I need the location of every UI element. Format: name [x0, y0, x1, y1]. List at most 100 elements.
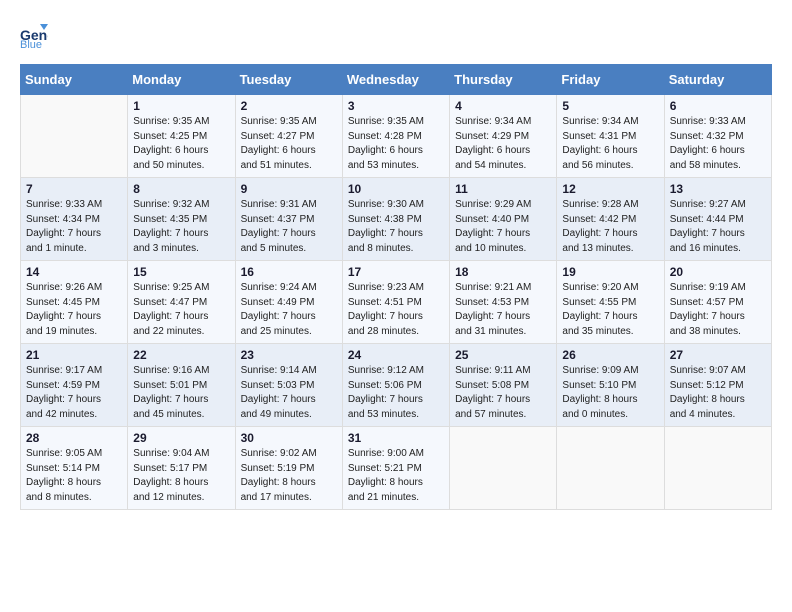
day-number: 25	[455, 348, 551, 362]
calendar-cell: 1Sunrise: 9:35 AMSunset: 4:25 PMDaylight…	[128, 95, 235, 178]
day-info: Sunrise: 9:33 AMSunset: 4:34 PMDaylight:…	[26, 198, 122, 256]
day-info: Sunrise: 9:19 AMSunset: 4:57 PMDaylight:…	[670, 281, 766, 339]
calendar-week-5: 28 Sunrise: 9:05 AMSunset: 5:14 PMDayligh…	[21, 427, 772, 510]
day-info: Sunrise: 9:20 AMSunset: 4:55 PMDaylight:…	[562, 281, 658, 339]
calendar-cell: 16 Sunrise: 9:24 AMSunset: 4:49 PMDayligh…	[235, 261, 342, 344]
day-info: Sunrise: 9:14 AMSunset: 5:03 PMDaylight:…	[241, 364, 337, 422]
calendar-cell: 20 Sunrise: 9:19 AMSunset: 4:57 PMDayligh…	[664, 261, 771, 344]
day-info: Sunrise: 9:26 AMSunset: 4:45 PMDaylight:…	[26, 281, 122, 339]
day-number: 7	[26, 182, 122, 196]
calendar-cell: 31 Sunrise: 9:00 AMSunset: 5:21 PMDayligh…	[342, 427, 449, 510]
header-day-thursday: Thursday	[450, 65, 557, 95]
day-info: Sunrise: 9:04 AMSunset: 5:17 PMDaylight:…	[133, 447, 229, 505]
calendar-cell: 10Sunrise: 9:30 AMSunset: 4:38 PMDayligh…	[342, 178, 449, 261]
day-number: 26	[562, 348, 658, 362]
calendar-cell: 28 Sunrise: 9:05 AMSunset: 5:14 PMDayligh…	[21, 427, 128, 510]
day-number: 18	[455, 265, 551, 279]
calendar-header: SundayMondayTuesdayWednesdayThursdayFrid…	[21, 65, 772, 95]
calendar-cell: 23 Sunrise: 9:14 AMSunset: 5:03 PMDayligh…	[235, 344, 342, 427]
day-info: Sunrise: 9:28 AMSunset: 4:42 PMDaylight:…	[562, 198, 658, 256]
day-number: 2	[241, 99, 337, 113]
day-number: 14	[26, 265, 122, 279]
calendar-cell: 26 Sunrise: 9:09 AMSunset: 5:10 PMDayligh…	[557, 344, 664, 427]
day-info: Sunrise: 9:34 AMSunset: 4:29 PMDaylight:…	[455, 115, 551, 173]
calendar-table: SundayMondayTuesdayWednesdayThursdayFrid…	[20, 64, 772, 510]
day-number: 1	[133, 99, 229, 113]
calendar-week-1: 1Sunrise: 9:35 AMSunset: 4:25 PMDaylight…	[21, 95, 772, 178]
day-number: 17	[348, 265, 444, 279]
day-info: Sunrise: 9:29 AMSunset: 4:40 PMDaylight:…	[455, 198, 551, 256]
day-number: 20	[670, 265, 766, 279]
day-info: Sunrise: 9:35 AMSunset: 4:27 PMDaylight:…	[241, 115, 337, 173]
day-number: 6	[670, 99, 766, 113]
calendar-cell: 22 Sunrise: 9:16 AMSunset: 5:01 PMDayligh…	[128, 344, 235, 427]
calendar-cell: 21Sunrise: 9:17 AMSunset: 4:59 PMDayligh…	[21, 344, 128, 427]
day-info: Sunrise: 9:09 AMSunset: 5:10 PMDaylight:…	[562, 364, 658, 422]
calendar-cell: 3Sunrise: 9:35 AMSunset: 4:28 PMDaylight…	[342, 95, 449, 178]
logo-icon: General Blue	[20, 20, 48, 48]
day-number: 23	[241, 348, 337, 362]
day-info: Sunrise: 9:02 AMSunset: 5:19 PMDaylight:…	[241, 447, 337, 505]
calendar-cell	[664, 427, 771, 510]
day-number: 31	[348, 431, 444, 445]
day-number: 12	[562, 182, 658, 196]
calendar-cell: 12 Sunrise: 9:28 AMSunset: 4:42 PMDayligh…	[557, 178, 664, 261]
calendar-cell: 14 Sunrise: 9:26 AMSunset: 4:45 PMDayligh…	[21, 261, 128, 344]
calendar-cell: 27Sunrise: 9:07 AMSunset: 5:12 PMDayligh…	[664, 344, 771, 427]
calendar-cell: 17 Sunrise: 9:23 AMSunset: 4:51 PMDayligh…	[342, 261, 449, 344]
day-number: 10	[348, 182, 444, 196]
day-number: 5	[562, 99, 658, 113]
day-info: Sunrise: 9:12 AMSunset: 5:06 PMDaylight:…	[348, 364, 444, 422]
header-day-tuesday: Tuesday	[235, 65, 342, 95]
day-info: Sunrise: 9:24 AMSunset: 4:49 PMDaylight:…	[241, 281, 337, 339]
day-info: Sunrise: 9:23 AMSunset: 4:51 PMDaylight:…	[348, 281, 444, 339]
header-day-sunday: Sunday	[21, 65, 128, 95]
svg-text:Blue: Blue	[20, 39, 42, 48]
calendar-cell: 8Sunrise: 9:32 AMSunset: 4:35 PMDaylight…	[128, 178, 235, 261]
day-info: Sunrise: 9:16 AMSunset: 5:01 PMDaylight:…	[133, 364, 229, 422]
calendar-week-2: 7 Sunrise: 9:33 AMSunset: 4:34 PMDaylight…	[21, 178, 772, 261]
day-info: Sunrise: 9:05 AMSunset: 5:14 PMDaylight:…	[26, 447, 122, 505]
calendar-cell: 9 Sunrise: 9:31 AMSunset: 4:37 PMDaylight…	[235, 178, 342, 261]
calendar-cell: 6 Sunrise: 9:33 AMSunset: 4:32 PMDaylight…	[664, 95, 771, 178]
day-number: 27	[670, 348, 766, 362]
calendar-cell: 18 Sunrise: 9:21 AMSunset: 4:53 PMDayligh…	[450, 261, 557, 344]
day-number: 16	[241, 265, 337, 279]
day-info: Sunrise: 9:32 AMSunset: 4:35 PMDaylight:…	[133, 198, 229, 256]
calendar-cell	[557, 427, 664, 510]
day-number: 28	[26, 431, 122, 445]
day-number: 3	[348, 99, 444, 113]
day-number: 30	[241, 431, 337, 445]
calendar-header-row: SundayMondayTuesdayWednesdayThursdayFrid…	[21, 65, 772, 95]
calendar-cell	[450, 427, 557, 510]
calendar-cell: 11 Sunrise: 9:29 AMSunset: 4:40 PMDayligh…	[450, 178, 557, 261]
calendar-body: 1Sunrise: 9:35 AMSunset: 4:25 PMDaylight…	[21, 95, 772, 510]
day-info: Sunrise: 9:31 AMSunset: 4:37 PMDaylight:…	[241, 198, 337, 256]
page-header: General Blue	[20, 20, 772, 48]
day-info: Sunrise: 9:21 AMSunset: 4:53 PMDaylight:…	[455, 281, 551, 339]
day-number: 11	[455, 182, 551, 196]
calendar-cell: 29 Sunrise: 9:04 AMSunset: 5:17 PMDayligh…	[128, 427, 235, 510]
calendar-cell: 5Sunrise: 9:34 AMSunset: 4:31 PMDaylight…	[557, 95, 664, 178]
day-number: 9	[241, 182, 337, 196]
header-day-wednesday: Wednesday	[342, 65, 449, 95]
calendar-cell: 4 Sunrise: 9:34 AMSunset: 4:29 PMDaylight…	[450, 95, 557, 178]
day-number: 15	[133, 265, 229, 279]
day-info: Sunrise: 9:27 AMSunset: 4:44 PMDaylight:…	[670, 198, 766, 256]
day-info: Sunrise: 9:00 AMSunset: 5:21 PMDaylight:…	[348, 447, 444, 505]
header-day-saturday: Saturday	[664, 65, 771, 95]
calendar-cell: 15 Sunrise: 9:25 AMSunset: 4:47 PMDayligh…	[128, 261, 235, 344]
calendar-week-4: 21Sunrise: 9:17 AMSunset: 4:59 PMDayligh…	[21, 344, 772, 427]
calendar-cell: 30 Sunrise: 9:02 AMSunset: 5:19 PMDayligh…	[235, 427, 342, 510]
logo: General Blue	[20, 20, 52, 48]
calendar-cell: 13 Sunrise: 9:27 AMSunset: 4:44 PMDayligh…	[664, 178, 771, 261]
day-info: Sunrise: 9:33 AMSunset: 4:32 PMDaylight:…	[670, 115, 766, 173]
calendar-cell: 24Sunrise: 9:12 AMSunset: 5:06 PMDayligh…	[342, 344, 449, 427]
day-number: 29	[133, 431, 229, 445]
day-info: Sunrise: 9:25 AMSunset: 4:47 PMDaylight:…	[133, 281, 229, 339]
day-number: 4	[455, 99, 551, 113]
day-number: 22	[133, 348, 229, 362]
day-number: 13	[670, 182, 766, 196]
calendar-week-3: 14 Sunrise: 9:26 AMSunset: 4:45 PMDayligh…	[21, 261, 772, 344]
day-info: Sunrise: 9:17 AMSunset: 4:59 PMDaylight:…	[26, 364, 122, 422]
